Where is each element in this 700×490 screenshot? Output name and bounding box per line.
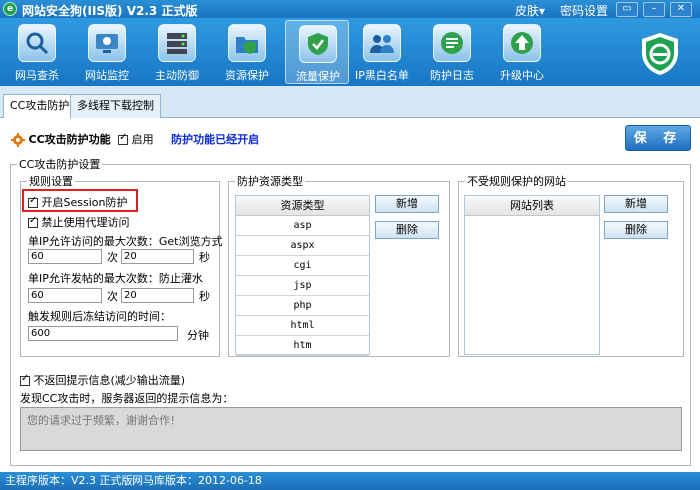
proxy-checkbox[interactable] — [28, 215, 38, 228]
status-note: 防护功能已经开启 — [171, 133, 260, 146]
resource-types-list[interactable]: 资源类型 asp aspx cgi jsp php html htm — [235, 195, 370, 356]
main-toolbar: 网马查杀 网站监控 主动防御 资源保护 流量保护 IP黑白名单 防护日志 升级中… — [0, 18, 700, 86]
tool-label: 资源保护 — [225, 69, 269, 82]
status-bar: 主程序版本：V2.3 正式版 网马库版本：2012-06-18 — [0, 472, 700, 490]
resource-types-legend: 防护资源类型 — [237, 175, 303, 188]
tool-site-monitor[interactable]: 网站监控 — [75, 20, 139, 84]
list-item[interactable]: php — [236, 296, 369, 316]
session-checkbox[interactable] — [28, 195, 38, 208]
max-visits-label: 单IP允许访问的最大次数：Get浏览方式 — [28, 235, 223, 248]
tab-cc-protect[interactable]: CC攻击防护 — [3, 94, 77, 119]
brand-shield-icon — [642, 33, 678, 75]
no-message-row: 不返回提示信息(减少输出流量) — [20, 372, 185, 388]
tool-label: 主动防御 — [155, 69, 199, 82]
tab-strip: CC攻击防护 多线程下载控制 — [0, 86, 700, 119]
tool-active-defense[interactable]: 主动防御 — [145, 20, 209, 84]
enable-label: 启用 — [131, 133, 154, 146]
tool-ip-list[interactable]: IP黑白名单 — [350, 20, 414, 84]
max-posts-count-input[interactable]: 60 — [28, 288, 102, 303]
minutes-unit: 分钟 — [187, 329, 209, 342]
list-item[interactable]: htm — [236, 336, 369, 356]
max-posts-seconds-input[interactable]: 20 — [121, 288, 194, 303]
exempt-add-button[interactable]: 新增 — [604, 195, 668, 213]
list-item[interactable]: cgi — [236, 256, 369, 276]
tab-multithread-download[interactable]: 多线程下载控制 — [70, 94, 161, 118]
exempt-sites-list[interactable]: 网站列表 — [464, 195, 600, 355]
cc-settings-legend: CC攻击防护设置 — [19, 158, 101, 171]
app-window: e 网站安全狗(IIS版) V2.3 正式版 皮肤▾ 密码设置 ▭ – ✕ 网马… — [0, 0, 700, 490]
tool-label: 升级中心 — [500, 69, 544, 82]
cc-protect-panel: CC攻击防护功能 启用 防护功能已经开启 保 存 CC攻击防护设置 规则设置 开… — [3, 118, 696, 470]
tool-label: IP黑白名单 — [355, 69, 409, 82]
tool-label: 流量保护 — [296, 70, 340, 83]
upgrade-arrow-icon — [503, 24, 541, 62]
trojan-scan-icon — [18, 24, 56, 62]
save-button[interactable]: 保 存 — [625, 125, 691, 151]
list-item[interactable]: asp — [236, 216, 369, 236]
exempt-sites-legend: 不受规则保护的网站 — [467, 175, 566, 188]
prompt-label: 发现CC攻击时，服务器返回的提示信息为： — [20, 392, 234, 405]
users-icon — [363, 24, 401, 62]
feature-row: CC攻击防护功能 启用 防护功能已经开启 — [11, 131, 259, 147]
session-row: 开启Session防护 — [28, 194, 127, 210]
times-unit: 次 — [107, 290, 118, 303]
tool-resource-protect[interactable]: 资源保护 — [215, 20, 279, 84]
tool-label: 网站监控 — [85, 69, 129, 82]
exempt-sites-header: 网站列表 — [465, 196, 599, 216]
times-unit: 次 — [107, 251, 118, 264]
enable-checkbox[interactable] — [118, 132, 129, 145]
no-message-label: 不返回提示信息(减少输出流量) — [33, 374, 186, 387]
program-version: 主程序版本：V2.3 正式版 — [5, 474, 133, 487]
no-message-checkbox[interactable] — [20, 373, 30, 386]
max-visits-seconds-input[interactable]: 20 — [121, 249, 194, 264]
proxy-label: 禁止使用代理访问 — [41, 216, 130, 229]
max-posts-label: 单IP允许发帖的最大次数：防止灌水 — [28, 272, 203, 285]
monitor-icon — [88, 24, 126, 62]
tool-label: 网马查杀 — [15, 69, 59, 82]
server-icon — [158, 24, 196, 62]
max-visits-count-input[interactable]: 60 — [28, 249, 102, 264]
list-item[interactable]: aspx — [236, 236, 369, 256]
seconds-unit: 秒 — [199, 251, 210, 264]
close-button[interactable]: ✕ — [670, 2, 692, 17]
menu-window-button[interactable]: ▭ — [616, 2, 638, 17]
minimize-button[interactable]: – — [643, 2, 665, 17]
feature-label: CC攻击防护功能 — [28, 133, 111, 146]
tool-protect-log[interactable]: 防护日志 — [420, 20, 484, 84]
database-version: 网马库版本：2012-06-18 — [132, 474, 262, 487]
skin-menu[interactable]: 皮肤▾ — [515, 2, 545, 19]
session-label: 开启Session防护 — [41, 196, 128, 209]
window-title: 网站安全狗(IIS版) V2.3 正式版 — [22, 4, 198, 18]
tool-traffic-protect[interactable]: 流量保护 — [285, 20, 349, 84]
folder-shield-icon — [228, 24, 266, 62]
title-bar: e 网站安全狗(IIS版) V2.3 正式版 皮肤▾ 密码设置 ▭ – ✕ — [0, 0, 700, 18]
resource-types-header: 资源类型 — [236, 196, 369, 216]
exempt-delete-button[interactable]: 删除 — [604, 221, 668, 239]
proxy-row: 禁止使用代理访问 — [28, 214, 130, 230]
freeze-label: 触发规则后冻结访问的时间： — [28, 310, 171, 323]
resource-add-button[interactable]: 新增 — [375, 195, 439, 213]
traffic-shield-icon — [299, 25, 337, 63]
rules-legend: 规则设置 — [29, 175, 73, 188]
freeze-minutes-input[interactable]: 600 — [28, 326, 178, 341]
gear-icon — [11, 133, 25, 147]
tool-upgrade-center[interactable]: 升级中心 — [490, 20, 554, 84]
prompt-message-textarea[interactable]: 您的请求过于频繁，谢谢合作！ — [20, 407, 682, 451]
app-logo-icon: e — [3, 2, 17, 16]
tool-trojan-scan[interactable]: 网马查杀 — [5, 20, 69, 84]
tool-label: 防护日志 — [430, 69, 474, 82]
list-item[interactable]: html — [236, 316, 369, 336]
seconds-unit: 秒 — [199, 290, 210, 303]
list-item[interactable]: jsp — [236, 276, 369, 296]
password-settings-link[interactable]: 密码设置 — [560, 2, 608, 19]
log-icon — [433, 24, 471, 62]
resource-delete-button[interactable]: 删除 — [375, 221, 439, 239]
